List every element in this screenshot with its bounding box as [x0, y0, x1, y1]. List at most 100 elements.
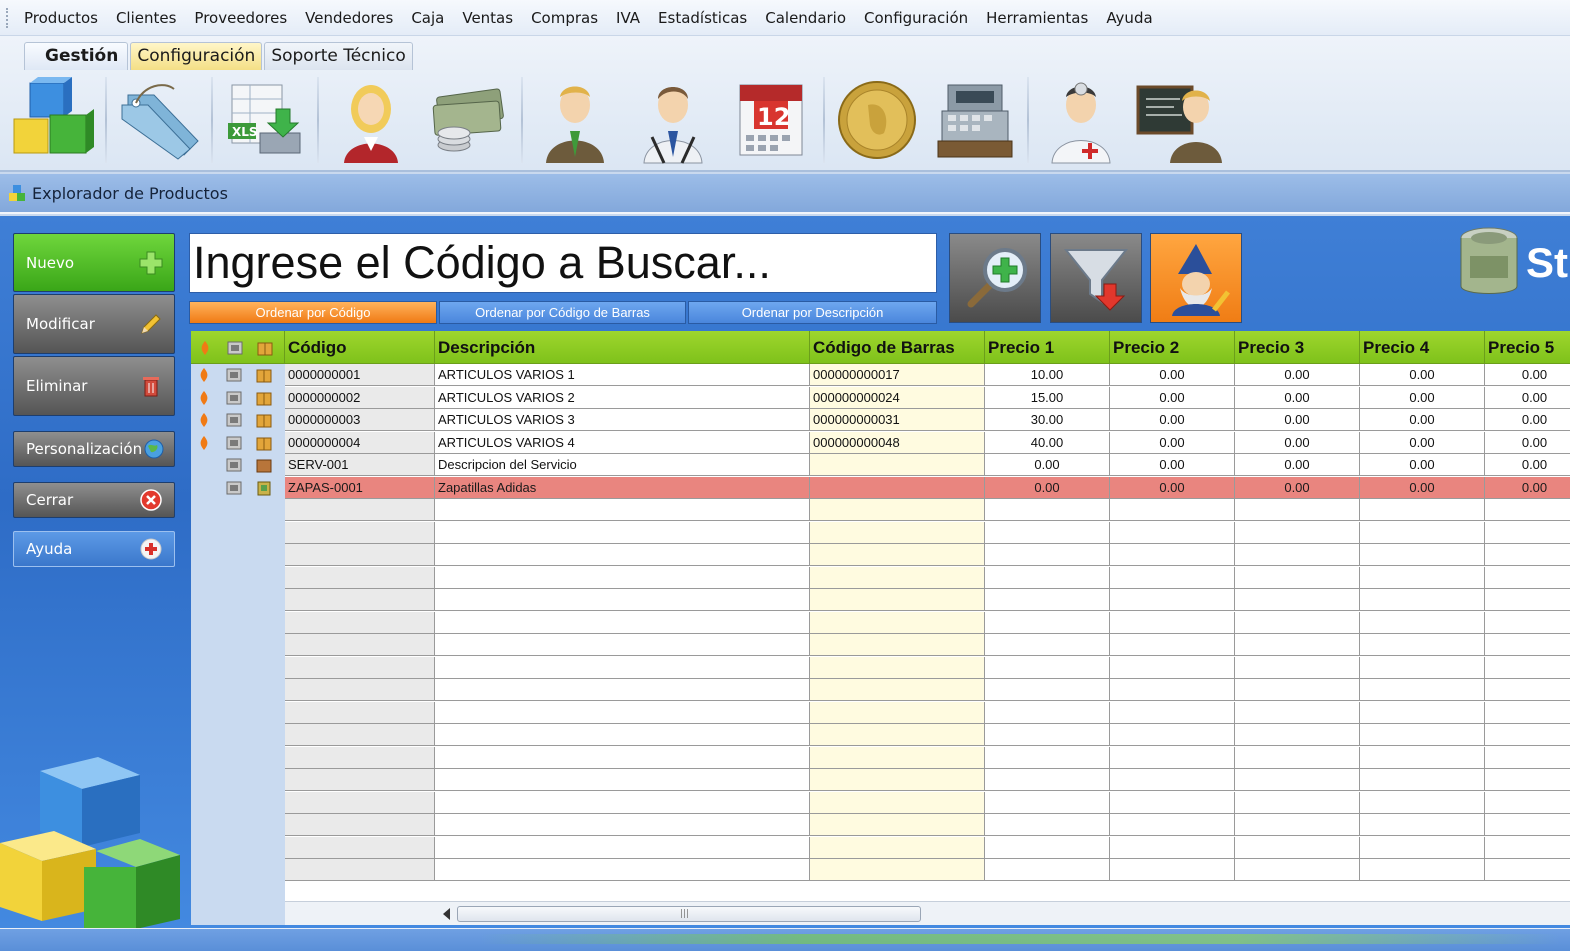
cell-precio-4[interactable]: 0.00	[1360, 476, 1485, 499]
table-row[interactable]: ZAPAS-0001 Zapatillas Adidas 0.00 0.00 0.00 0…	[191, 476, 1570, 499]
cell-precio-5[interactable]: 0.00	[1485, 409, 1570, 431]
asistente-button[interactable]	[1150, 233, 1242, 323]
eliminar-button[interactable]: Eliminar	[13, 356, 175, 416]
tool-capacitacion-button[interactable]	[1130, 74, 1228, 166]
menu-herramientas[interactable]: Herramientas	[977, 9, 1097, 27]
menu-estadisticas[interactable]: Estadísticas	[649, 9, 756, 27]
cell-precio-4[interactable]: 0.00	[1360, 386, 1485, 409]
cell-descripcion[interactable]: ARTICULOS VARIOS 4	[435, 431, 810, 454]
cell-codigo-barras[interactable]	[810, 476, 985, 499]
cell-precio-4[interactable]: 0.00	[1360, 431, 1485, 454]
sort-by-codigo-button[interactable]: Ordenar por Código	[189, 301, 437, 324]
menu-iva[interactable]: IVA	[607, 9, 649, 27]
tab-configuracion[interactable]: Configuración	[130, 42, 263, 70]
menu-compras[interactable]: Compras	[522, 9, 607, 27]
table-row[interactable]: 0000000002 ARTICULOS VARIOS 2 000000000024…	[191, 386, 1570, 409]
scrollbar-thumb[interactable]	[457, 906, 921, 922]
table-row[interactable]: 0000000003 ARTICULOS VARIOS 3 000000000031…	[191, 409, 1570, 431]
cell-descripcion[interactable]: ARTICULOS VARIOS 1	[435, 364, 810, 386]
cell-precio-2[interactable]: 0.00	[1110, 454, 1235, 476]
tool-calendario-button[interactable]: 12	[722, 74, 820, 166]
cell-codigo-barras[interactable]	[810, 454, 985, 476]
table-row[interactable]: 0000000004 ARTICULOS VARIOS 4 000000000048…	[191, 431, 1570, 454]
cell-precio-1[interactable]: 30.00	[985, 409, 1110, 431]
ayuda-button[interactable]: Ayuda	[13, 531, 175, 567]
tool-precios-button[interactable]	[110, 74, 208, 166]
cell-precio-3[interactable]: 0.00	[1235, 364, 1360, 386]
tool-moneda-button[interactable]	[828, 74, 926, 166]
filtrar-button[interactable]	[1050, 233, 1142, 323]
tool-clientes-button[interactable]	[322, 74, 420, 166]
cell-precio-1[interactable]: 0.00	[985, 454, 1110, 476]
col-header-precio-1[interactable]: Precio 1	[985, 331, 1110, 364]
cell-descripcion[interactable]: ARTICULOS VARIOS 2	[435, 386, 810, 409]
menu-ayuda[interactable]: Ayuda	[1097, 9, 1161, 27]
cell-precio-4[interactable]: 0.00	[1360, 454, 1485, 476]
cell-precio-3[interactable]: 0.00	[1235, 386, 1360, 409]
menu-proveedores[interactable]: Proveedores	[185, 9, 296, 27]
horizontal-scrollbar[interactable]	[285, 901, 1570, 925]
menu-caja[interactable]: Caja	[402, 9, 453, 27]
cell-codigo-barras[interactable]: 000000000031	[810, 409, 985, 431]
cell-precio-3[interactable]: 0.00	[1235, 476, 1360, 499]
cell-precio-5[interactable]: 0.00	[1485, 431, 1570, 454]
cell-precio-2[interactable]: 0.00	[1110, 409, 1235, 431]
tool-importar-xls-button[interactable]: XLS	[216, 74, 314, 166]
cell-precio-4[interactable]: 0.00	[1360, 364, 1485, 386]
col-header-precio-5[interactable]: Precio 5	[1485, 331, 1570, 364]
cell-codigo[interactable]: 0000000002	[285, 386, 435, 409]
cell-precio-2[interactable]: 0.00	[1110, 431, 1235, 454]
cell-precio-5[interactable]: 0.00	[1485, 364, 1570, 386]
tool-productos-button[interactable]	[4, 74, 102, 166]
col-header-precio-3[interactable]: Precio 3	[1235, 331, 1360, 364]
cell-precio-4[interactable]: 0.00	[1360, 409, 1485, 431]
cell-precio-2[interactable]: 0.00	[1110, 476, 1235, 499]
cell-codigo[interactable]: ZAPAS-0001	[285, 476, 435, 499]
menu-calendario[interactable]: Calendario	[756, 9, 855, 27]
buscar-button[interactable]	[949, 233, 1041, 323]
tool-caja-button[interactable]	[926, 74, 1024, 166]
table-row[interactable]: SERV-001 Descripcion del Servicio 0.00 0.00…	[191, 454, 1570, 476]
cell-precio-5[interactable]: 0.00	[1485, 476, 1570, 499]
menu-clientes[interactable]: Clientes	[107, 9, 185, 27]
cell-descripcion[interactable]: Zapatillas Adidas	[435, 476, 810, 499]
modificar-button[interactable]: Modificar	[13, 294, 175, 354]
cell-codigo-barras[interactable]: 000000000048	[810, 431, 985, 454]
cell-codigo[interactable]: SERV-001	[285, 454, 435, 476]
search-input[interactable]: Ingrese el Código a Buscar...	[189, 233, 937, 293]
cell-precio-1[interactable]: 0.00	[985, 476, 1110, 499]
cell-precio-3[interactable]: 0.00	[1235, 409, 1360, 431]
cell-precio-3[interactable]: 0.00	[1235, 431, 1360, 454]
col-header-precio-4[interactable]: Precio 4	[1360, 331, 1485, 364]
menu-ventas[interactable]: Ventas	[453, 9, 522, 27]
scroll-left-arrow-icon[interactable]	[443, 908, 450, 920]
nuevo-button[interactable]: Nuevo	[13, 233, 175, 292]
tool-vendedores-button[interactable]	[624, 74, 722, 166]
cell-codigo-barras[interactable]: 000000000017	[810, 364, 985, 386]
tool-proveedores-button[interactable]	[526, 74, 624, 166]
col-header-precio-2[interactable]: Precio 2	[1110, 331, 1235, 364]
col-header-descripcion[interactable]: Descripción	[435, 331, 810, 364]
sort-by-descripcion-button[interactable]: Ordenar por Descripción	[688, 301, 937, 324]
tool-dinero-button[interactable]	[420, 74, 518, 166]
cell-descripcion[interactable]: Descripcion del Servicio	[435, 454, 810, 476]
cell-codigo[interactable]: 0000000004	[285, 431, 435, 454]
menu-configuracion[interactable]: Configuración	[855, 9, 977, 27]
cell-precio-5[interactable]: 0.00	[1485, 454, 1570, 476]
cerrar-button[interactable]: Cerrar	[13, 482, 175, 518]
cell-codigo-barras[interactable]: 000000000024	[810, 386, 985, 409]
tab-gestion[interactable]: Gestión	[24, 42, 129, 70]
cell-precio-2[interactable]: 0.00	[1110, 386, 1235, 409]
col-header-codigo-barras[interactable]: Código de Barras	[810, 331, 985, 364]
table-row[interactable]: 0000000001 ARTICULOS VARIOS 1 000000000017…	[191, 364, 1570, 386]
sort-by-barras-button[interactable]: Ordenar por Código de Barras	[439, 301, 686, 324]
cell-codigo[interactable]: 0000000003	[285, 409, 435, 431]
cell-precio-1[interactable]: 15.00	[985, 386, 1110, 409]
menu-vendedores[interactable]: Vendedores	[296, 9, 402, 27]
tab-soporte-tecnico[interactable]: Soporte Técnico	[264, 42, 413, 70]
cell-descripcion[interactable]: ARTICULOS VARIOS 3	[435, 409, 810, 431]
cell-codigo[interactable]: 0000000001	[285, 364, 435, 386]
cell-precio-5[interactable]: 0.00	[1485, 386, 1570, 409]
personalizacion-button[interactable]: Personalización	[13, 431, 175, 467]
tool-soporte-button[interactable]	[1032, 74, 1130, 166]
